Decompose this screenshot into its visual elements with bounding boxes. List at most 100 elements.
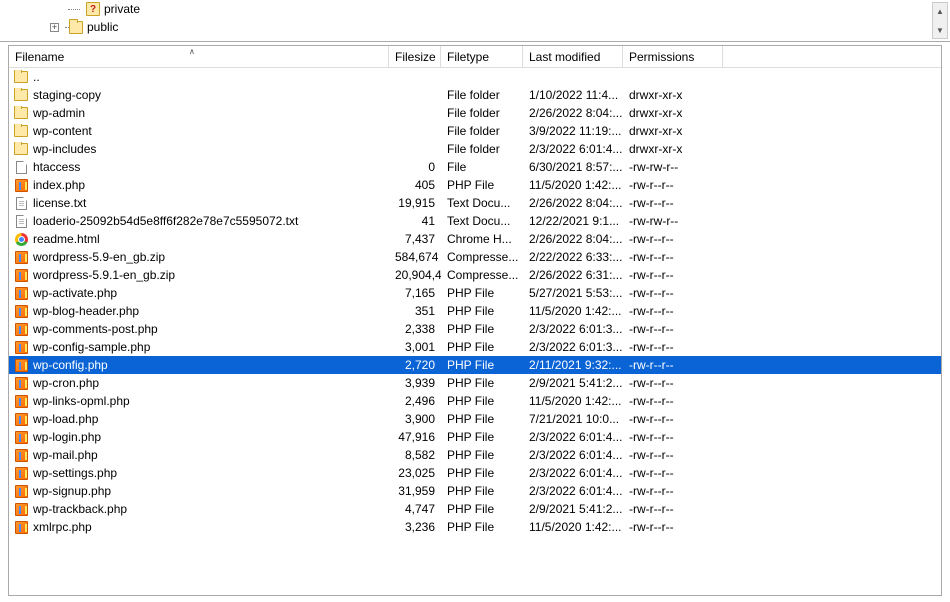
file-permissions: -rw-r--r-- — [623, 358, 723, 372]
file-name: wp-blog-header.php — [33, 304, 139, 318]
file-row[interactable]: wp-settings.php23,025PHP File2/3/2022 6:… — [9, 464, 941, 482]
file-size: 584,674 — [389, 250, 441, 264]
file-name: wp-admin — [33, 106, 85, 120]
file-type: PHP File — [441, 394, 523, 408]
file-date: 2/3/2022 6:01:4... — [523, 142, 623, 156]
file-permissions: -rw-r--r-- — [623, 286, 723, 300]
column-header-filesize[interactable]: Filesize — [389, 46, 441, 67]
file-row[interactable]: wp-contentFile folder3/9/2022 11:19:...d… — [9, 122, 941, 140]
file-date: 2/9/2021 5:41:2... — [523, 376, 623, 390]
tree-expander-icon[interactable]: + — [50, 23, 59, 32]
tree-scrollbar[interactable]: ▲ ▼ — [932, 2, 948, 39]
php-file-icon — [15, 377, 28, 390]
file-permissions: -rw-r--r-- — [623, 412, 723, 426]
file-row[interactable]: wp-config-sample.php3,001PHP File2/3/202… — [9, 338, 941, 356]
column-header-filename[interactable]: Filename — [9, 46, 389, 67]
file-permissions: -rw-r--r-- — [623, 520, 723, 534]
php-file-icon — [15, 323, 28, 336]
file-permissions: -rw-r--r-- — [623, 322, 723, 336]
file-name: wp-activate.php — [33, 286, 117, 300]
file-permissions: -rw-r--r-- — [623, 196, 723, 210]
file-date: 2/9/2021 5:41:2... — [523, 502, 623, 516]
file-type: Chrome H... — [441, 232, 523, 246]
file-row[interactable]: readme.html7,437Chrome H...2/26/2022 8:0… — [9, 230, 941, 248]
sort-indicator-icon: ∧ — [189, 47, 195, 56]
file-row[interactable]: wordpress-5.9.1-en_gb.zip20,904,423Compr… — [9, 266, 941, 284]
file-size: 351 — [389, 304, 441, 318]
file-type: File folder — [441, 106, 523, 120]
file-row[interactable]: wp-login.php47,916PHP File2/3/2022 6:01:… — [9, 428, 941, 446]
scroll-up-icon[interactable]: ▲ — [933, 3, 947, 19]
folder-icon — [69, 21, 83, 34]
file-permissions: drwxr-xr-x — [623, 88, 723, 102]
file-row[interactable]: wp-load.php3,900PHP File7/21/2021 10:0..… — [9, 410, 941, 428]
file-row[interactable]: wp-includesFile folder2/3/2022 6:01:4...… — [9, 140, 941, 158]
file-size: 2,720 — [389, 358, 441, 372]
folder-icon — [14, 125, 28, 137]
file-row[interactable]: wp-trackback.php4,747PHP File2/9/2021 5:… — [9, 500, 941, 518]
file-type: PHP File — [441, 502, 523, 516]
file-permissions: -rw-r--r-- — [623, 304, 723, 318]
file-row[interactable]: wp-blog-header.php351PHP File11/5/2020 1… — [9, 302, 941, 320]
column-header-modified[interactable]: Last modified — [523, 46, 623, 67]
php-file-icon — [15, 251, 28, 264]
php-file-icon — [15, 269, 28, 282]
file-permissions: -rw-r--r-- — [623, 232, 723, 246]
file-icon — [16, 161, 27, 174]
file-permissions: -rw-r--r-- — [623, 448, 723, 462]
tree-item-private[interactable]: private — [68, 0, 950, 18]
file-size: 19,915 — [389, 196, 441, 210]
file-name: loaderio-25092b54d5e8ff6f282e78e7c559507… — [33, 214, 298, 228]
file-date: 11/5/2020 1:42:... — [523, 520, 623, 534]
file-row[interactable]: loaderio-25092b54d5e8ff6f282e78e7c559507… — [9, 212, 941, 230]
file-row[interactable]: staging-copyFile folder1/10/2022 11:4...… — [9, 86, 941, 104]
scroll-down-icon[interactable]: ▼ — [933, 22, 947, 38]
file-type: PHP File — [441, 484, 523, 498]
file-date: 2/3/2022 6:01:4... — [523, 430, 623, 444]
file-name: htaccess — [33, 160, 80, 174]
file-size: 23,025 — [389, 466, 441, 480]
file-size: 3,900 — [389, 412, 441, 426]
file-date: 7/21/2021 10:0... — [523, 412, 623, 426]
file-name: wp-config-sample.php — [33, 340, 150, 354]
file-date: 1/10/2022 11:4... — [523, 88, 623, 102]
file-date: 11/5/2020 1:42:... — [523, 178, 623, 192]
file-row[interactable]: wp-activate.php7,165PHP File5/27/2021 5:… — [9, 284, 941, 302]
file-name: wp-config.php — [33, 358, 108, 372]
tree-connector-icon — [68, 2, 82, 16]
file-name: wordpress-5.9-en_gb.zip — [33, 250, 165, 264]
file-row[interactable]: wordpress-5.9-en_gb.zip584,674Compresse.… — [9, 248, 941, 266]
file-date: 2/3/2022 6:01:4... — [523, 466, 623, 480]
file-name: index.php — [33, 178, 85, 192]
file-row[interactable]: wp-adminFile folder2/26/2022 8:04:...drw… — [9, 104, 941, 122]
php-file-icon — [15, 413, 28, 426]
column-header-filetype[interactable]: Filetype — [441, 46, 523, 67]
file-row[interactable]: license.txt19,915Text Docu...2/26/2022 8… — [9, 194, 941, 212]
column-header-permissions[interactable]: Permissions — [623, 46, 723, 67]
file-type: PHP File — [441, 430, 523, 444]
file-row[interactable]: wp-signup.php31,959PHP File2/3/2022 6:01… — [9, 482, 941, 500]
file-row[interactable]: wp-links-opml.php2,496PHP File11/5/2020 … — [9, 392, 941, 410]
file-date: 2/3/2022 6:01:4... — [523, 484, 623, 498]
tree-item-public[interactable]: + public — [50, 18, 950, 36]
file-type: PHP File — [441, 520, 523, 534]
file-date: 11/5/2020 1:42:... — [523, 394, 623, 408]
file-row[interactable]: htaccess0File6/30/2021 8:57:...-rw-rw-r-… — [9, 158, 941, 176]
file-row[interactable]: wp-config.php2,720PHP File2/11/2021 9:32… — [9, 356, 941, 374]
file-row[interactable]: xmlrpc.php3,236PHP File11/5/2020 1:42:..… — [9, 518, 941, 536]
file-row[interactable]: wp-cron.php3,939PHP File2/9/2021 5:41:2.… — [9, 374, 941, 392]
file-row[interactable]: .. — [9, 68, 941, 86]
file-date: 3/9/2022 11:19:... — [523, 124, 623, 138]
file-type: PHP File — [441, 322, 523, 336]
file-list[interactable]: ..staging-copyFile folder1/10/2022 11:4.… — [9, 68, 941, 595]
file-date: 2/3/2022 6:01:4... — [523, 448, 623, 462]
file-size: 31,959 — [389, 484, 441, 498]
file-row[interactable]: index.php405PHP File11/5/2020 1:42:...-r… — [9, 176, 941, 194]
file-date: 2/22/2022 6:33:... — [523, 250, 623, 264]
php-file-icon — [15, 503, 28, 516]
file-row[interactable]: wp-comments-post.php2,338PHP File2/3/202… — [9, 320, 941, 338]
file-row[interactable]: wp-mail.php8,582PHP File2/3/2022 6:01:4.… — [9, 446, 941, 464]
file-date: 2/11/2021 9:32:... — [523, 358, 623, 372]
file-permissions: -rw-r--r-- — [623, 466, 723, 480]
file-type: PHP File — [441, 376, 523, 390]
